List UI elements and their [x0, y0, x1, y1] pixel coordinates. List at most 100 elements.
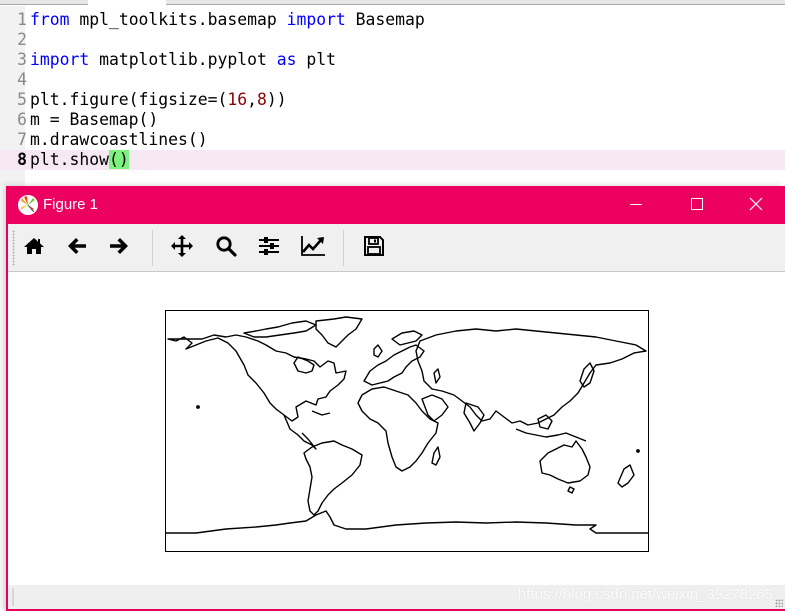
coastline-australia: [539, 440, 591, 484]
code-token: plt: [296, 50, 336, 69]
code-line[interactable]: 2: [0, 30, 785, 50]
code-token: )): [266, 90, 287, 109]
sliders-icon: [258, 235, 280, 261]
maximize-button[interactable]: [668, 186, 726, 224]
close-icon: [749, 196, 763, 215]
forward-button[interactable]: [103, 232, 135, 264]
minimize-icon: [629, 196, 643, 215]
figure-titlebar[interactable]: Figure 1: [8, 186, 785, 224]
zoom-button[interactable]: [210, 232, 242, 264]
code-token: Basemap: [345, 10, 425, 29]
code-token: matplotlib.pyplot: [89, 50, 277, 69]
coastline-south-america: [303, 440, 363, 516]
code-line[interactable]: 7 m.drawcoastlines(): [0, 130, 785, 150]
line-number: 8: [17, 150, 27, 169]
maximize-icon: [690, 196, 704, 215]
code-text: m = Basemap(): [30, 110, 158, 130]
arrow-right-icon: [108, 236, 130, 260]
coastline-scandinavia: [391, 330, 423, 346]
coastline-asia: [415, 328, 647, 426]
code-keyword: import: [30, 50, 90, 69]
coastline-central-america: [283, 414, 317, 450]
minimize-button[interactable]: [607, 186, 665, 224]
code-line[interactable]: 1 from mpl_toolkits.basemap import Basema…: [0, 10, 785, 30]
line-number: 3: [17, 50, 27, 69]
coastline-caribbean: [311, 410, 331, 416]
coastline-caspian: [433, 368, 441, 384]
code-line[interactable]: 8 plt.show(): [0, 150, 785, 170]
line-number: 4: [17, 70, 27, 89]
subplots-button[interactable]: [253, 232, 285, 264]
coastline-madagascar: [431, 446, 441, 466]
coastline-japan: [579, 362, 595, 388]
desktop-screen: 1 from mpl_toolkits.basemap import Basema…: [0, 0, 785, 611]
code-token: m = Basemap(): [30, 110, 159, 129]
code-token: mpl_toolkits.basemap: [69, 10, 287, 29]
code-text: plt.show(): [30, 150, 129, 170]
code-line[interactable]: 6m = Basemap(): [0, 110, 785, 130]
code-text: plt.figure(figsize=(16,8)): [30, 90, 287, 110]
coastline-north-america: [167, 334, 347, 422]
coastline-arabia: [421, 394, 449, 422]
coastlines-map: [166, 316, 648, 534]
coastline-europe: [363, 344, 425, 386]
code-line[interactable]: 4: [0, 70, 785, 90]
code-text: m.drawcoastlines(): [30, 130, 208, 150]
line-number: 7: [17, 130, 27, 149]
magnifier-icon: [215, 235, 237, 261]
save-button[interactable]: [358, 232, 390, 264]
line-number: 1: [17, 10, 27, 29]
code-number: 16: [227, 90, 248, 109]
resize-grip[interactable]: [775, 599, 783, 607]
status-bar: https://blog.csdn.net/weixin_39278265: [8, 585, 785, 609]
toolbar-grip[interactable]: [12, 230, 15, 266]
coastline-indonesia: [515, 428, 587, 442]
line-number: 5: [17, 90, 27, 109]
code-token: plt.figure(figsize=(: [30, 90, 228, 109]
home-button[interactable]: [18, 232, 50, 264]
code-text: from mpl_toolkits.basemap import Basemap: [30, 10, 425, 30]
code-token: m.drawcoastlines(): [30, 130, 208, 149]
coastline-hudson-bay: [293, 356, 315, 374]
line-number: 2: [17, 30, 27, 49]
coastline-antarctica: [166, 510, 648, 534]
code-number: 8: [257, 90, 267, 109]
coastline-arctic-islands: [243, 320, 317, 338]
toolbar-separator: [343, 230, 344, 266]
move-icon: [170, 234, 194, 262]
floppy-disk-icon: [363, 235, 385, 261]
coastline-new-zealand: [617, 464, 635, 488]
code-brace-match: (): [108, 150, 129, 169]
code-token: plt.show: [30, 150, 109, 169]
island-hawaii: [196, 405, 200, 409]
coastline-india: [463, 402, 485, 432]
code-token: ,: [247, 90, 257, 109]
coastline-tasmania: [567, 486, 575, 494]
map-axes[interactable]: [165, 310, 649, 552]
coastline-britain: [373, 344, 383, 358]
toolbar-separator: [152, 230, 153, 266]
figure-canvas[interactable]: [8, 273, 785, 585]
watermark-text: https://blog.csdn.net/weixin_39278265: [517, 586, 773, 603]
navigation-toolbar: [8, 224, 785, 272]
close-button[interactable]: [727, 186, 785, 224]
code-keyword: from: [30, 10, 70, 29]
customize-button[interactable]: [297, 232, 329, 264]
code-editor[interactable]: 1 from mpl_toolkits.basemap import Basema…: [0, 6, 785, 186]
line-chart-icon: [300, 235, 326, 261]
figure-window: Figure 1 https://blog.csdn.net/weixin_39…: [6, 186, 785, 611]
coastline-greenland: [315, 316, 363, 348]
code-line[interactable]: 3 import matplotlib.pyplot as plt: [0, 50, 785, 70]
line-number: 6: [17, 110, 27, 129]
back-button[interactable]: [61, 232, 93, 264]
pan-button[interactable]: [166, 232, 198, 264]
window-title: Figure 1: [43, 196, 99, 213]
code-text: import matplotlib.pyplot as plt: [30, 50, 336, 70]
editor-tab-active[interactable]: [88, 0, 166, 5]
matplotlib-logo-icon: [18, 195, 38, 215]
code-keyword: as: [276, 50, 297, 69]
code-line[interactable]: 5 plt.figure(figsize=(16,8)): [0, 90, 785, 110]
statusbar-grip: [12, 588, 14, 606]
arrow-left-icon: [66, 236, 88, 260]
code-keyword: import: [286, 10, 346, 29]
